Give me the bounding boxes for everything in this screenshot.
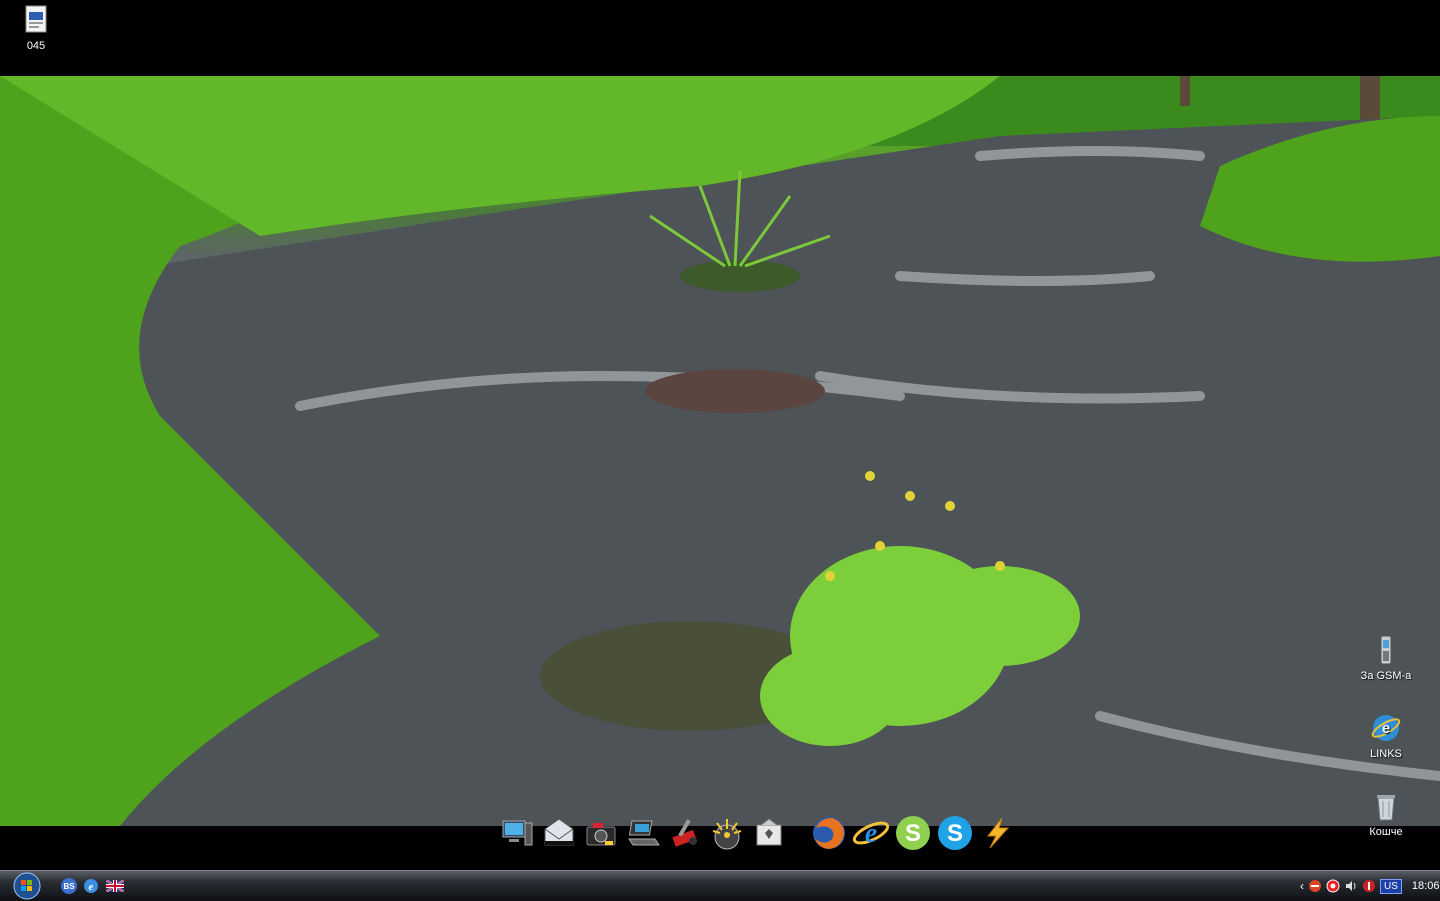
internet-globe-icon: e	[1371, 715, 1401, 741]
antivirus-tray-icon[interactable]	[1326, 879, 1340, 893]
svg-text:S: S	[905, 820, 921, 847]
sunburst-icon	[712, 819, 742, 850]
mail-envelope-icon	[544, 818, 574, 846]
internet-explorer-icon: e	[852, 818, 890, 849]
network-tray-icon[interactable]	[1362, 879, 1376, 893]
internet-explorer-small-icon: e	[84, 879, 98, 893]
svg-text:e: e	[1382, 720, 1390, 737]
dock-item-sunburst[interactable]	[708, 814, 746, 852]
svg-text:e: e	[89, 881, 94, 893]
dock-item-card[interactable]	[750, 814, 788, 852]
dock-item-skype-blue[interactable]: S	[936, 814, 974, 852]
dock-item-lightning[interactable]	[978, 814, 1016, 852]
speaker-volume-icon[interactable]	[1344, 879, 1358, 893]
desktop-icon-045[interactable]: 045	[4, 4, 68, 53]
dock-item-internet-explorer[interactable]: e	[852, 814, 890, 852]
svg-text:S: S	[947, 820, 963, 847]
svg-text:e: e	[865, 818, 877, 849]
system-tray: ‹ US 18:06	[1294, 871, 1440, 901]
desktop-icon-label: 045	[26, 40, 46, 52]
uk-flag-icon	[106, 880, 124, 892]
no-entry-tray-icon[interactable]	[1308, 879, 1322, 893]
bs-icon: BS	[61, 878, 77, 894]
dock-item-skype-green[interactable]: S	[894, 814, 932, 852]
dock-item-firefox[interactable]	[810, 814, 848, 852]
card-icon	[756, 818, 782, 846]
dock-item-laptop[interactable]	[624, 814, 662, 852]
application-dock: e S S	[498, 810, 1018, 856]
windows-start-orb-icon	[13, 872, 41, 900]
taskbar: BS e ‹ US 18:06	[0, 870, 1440, 901]
system-clock[interactable]: 18:06	[1412, 880, 1440, 892]
skype-blue-icon: S	[938, 816, 972, 850]
quick-launch-language-flag[interactable]	[106, 877, 124, 895]
quick-launch-internet-explorer[interactable]: e	[82, 877, 100, 895]
dock-item-mail[interactable]	[540, 814, 578, 852]
laptop-icon	[628, 820, 660, 846]
firefox-icon	[813, 817, 845, 849]
document-icon	[25, 5, 47, 33]
dock-item-camera[interactable]	[582, 814, 620, 852]
recycle-bin-icon	[1377, 795, 1395, 821]
start-button[interactable]	[8, 872, 46, 900]
dock-item-tools[interactable]	[666, 814, 704, 852]
lightning-icon	[986, 817, 1010, 849]
computer-icon	[502, 820, 533, 846]
desktop-icon-links[interactable]: e LINKS	[1354, 712, 1418, 761]
mobile-phone-icon	[1380, 635, 1392, 665]
camera-icon	[586, 823, 616, 846]
desktop-wallpaper	[0, 76, 1440, 826]
desktop-icon-label: LINKS	[1370, 748, 1402, 760]
quick-launch-bs[interactable]: BS	[60, 877, 78, 895]
tools-icon	[672, 819, 697, 847]
language-indicator[interactable]: US	[1380, 878, 1402, 894]
tray-expand-chevron-icon[interactable]: ‹	[1300, 879, 1304, 893]
desktop-icon-label: За GSM-а	[1360, 670, 1412, 682]
desktop-icon-gsm[interactable]: За GSM-а	[1354, 634, 1418, 683]
svg-text:BS: BS	[63, 882, 75, 891]
skype-green-icon: S	[896, 816, 930, 850]
desktop-icon-recycle-bin[interactable]: Кошче	[1354, 790, 1418, 839]
mid-rock	[645, 369, 825, 413]
wallpaper-scene	[0, 76, 1440, 826]
dock-item-computer[interactable]	[498, 814, 536, 852]
desktop-icon-label: Кошче	[1369, 826, 1403, 838]
